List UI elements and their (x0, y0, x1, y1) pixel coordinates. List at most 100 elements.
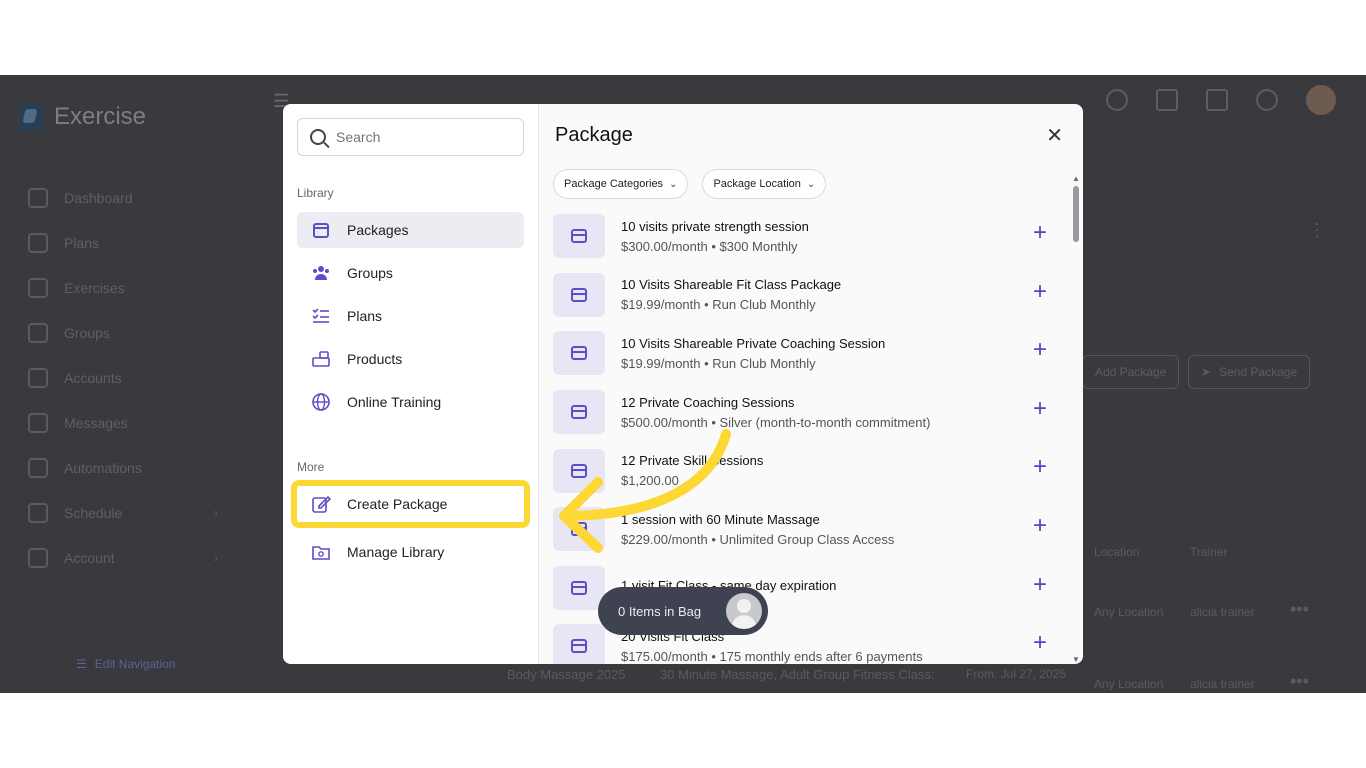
globe-icon (311, 392, 331, 412)
lightning-icon[interactable] (1156, 89, 1178, 111)
chevron-right-icon: › (214, 505, 218, 520)
bag-count-label: 0 Items in Bag (618, 603, 702, 619)
nav-item-messages[interactable]: Messages (28, 400, 228, 445)
grid-icon[interactable] (1206, 89, 1228, 111)
package-name: 10 Visits Shareable Fit Class Package (621, 277, 842, 293)
edit-navigation-label: Edit Navigation (94, 657, 176, 671)
list-scrollbar[interactable]: ▲ ▼ (1072, 174, 1080, 664)
sidebar-nav: Dashboard Plans Exercises Groups Account… (28, 175, 228, 580)
nav-item-automations[interactable]: Automations (28, 445, 228, 490)
create-package-button[interactable]: Create Package (291, 480, 530, 528)
checklist-icon (311, 306, 331, 326)
row-menu-icon[interactable]: ••• (1290, 671, 1309, 692)
column-header-location: Location (1094, 545, 1140, 559)
list-item[interactable]: 10 Visits Shareable Private Coaching Ses… (553, 324, 1053, 383)
user-gear-icon (28, 547, 48, 568)
app-logo: Exercise (18, 103, 146, 131)
package-price: $300.00/month • $300 Monthly (621, 238, 798, 254)
package-categories-filter[interactable]: Package Categories ⌄ (553, 169, 689, 199)
add-icon[interactable]: + (1033, 513, 1047, 538)
nav-item-dashboard[interactable]: Dashboard (28, 175, 228, 220)
library-item-plans[interactable]: Plans (297, 298, 524, 334)
package-icon (553, 448, 605, 493)
bag-button[interactable]: 0 Items in Bag (598, 587, 768, 635)
more-section-label: More (297, 460, 325, 474)
package-name: 10 Visits Shareable Private Coaching Ses… (621, 335, 886, 351)
nav-label: Schedule (64, 504, 123, 521)
nav-item-accounts[interactable]: Accounts (28, 355, 228, 400)
send-icon: ➤ (1201, 365, 1212, 379)
package-icon (553, 272, 605, 317)
nav-item-exercises[interactable]: Exercises (28, 265, 228, 310)
scrollbar-thumb[interactable] (1073, 186, 1079, 242)
package-icon (553, 624, 605, 664)
edit-navigation-link[interactable]: ☰ Edit Navigation (76, 657, 175, 671)
add-package-button[interactable]: Add Package (1082, 355, 1180, 389)
more-options-icon[interactable]: ⋮ (1308, 220, 1326, 241)
clipboard-icon (28, 232, 48, 253)
library-item-online-training[interactable]: Online Training (297, 384, 524, 420)
row-menu-icon[interactable]: ••• (1290, 599, 1309, 620)
nav-label: Automations (64, 459, 142, 476)
add-icon[interactable]: + (1033, 631, 1047, 655)
nav-item-schedule[interactable]: Schedule › (28, 490, 228, 535)
scroll-down-icon[interactable]: ▼ (1072, 655, 1080, 664)
nav-label: Account (64, 549, 115, 566)
package-icon (553, 331, 605, 376)
library-item-label: Products (347, 351, 403, 367)
nav-label: Dashboard (64, 189, 133, 206)
add-icon[interactable]: + (1033, 338, 1047, 362)
panel-title: Package (555, 124, 633, 146)
package-icon (553, 507, 605, 552)
library-item-label: Groups (347, 265, 393, 281)
list-item[interactable]: 10 Visits Shareable Fit Class Package $19… (553, 266, 1053, 325)
package-icon (311, 220, 331, 240)
nav-item-plans[interactable]: Plans (28, 220, 228, 265)
nav-label: Groups (64, 324, 110, 341)
add-icon[interactable]: + (1033, 396, 1047, 421)
create-package-label: Create Package (347, 496, 448, 512)
search-field[interactable] (297, 118, 524, 156)
library-item-products[interactable]: Products (297, 341, 524, 377)
package-location-filter[interactable]: Package Location ⌄ (702, 169, 827, 199)
clock-icon[interactable] (1106, 89, 1128, 111)
list-item[interactable]: 10 visits private strength session $300.0… (553, 207, 1053, 266)
scroll-up-icon[interactable]: ▲ (1072, 174, 1080, 183)
bell-icon[interactable] (1256, 89, 1278, 111)
add-icon[interactable]: + (1033, 279, 1047, 304)
manage-library-button[interactable]: Manage Library (297, 534, 524, 570)
list-item[interactable]: 12 Private Skill Sessions $1,200.00 + (553, 441, 1053, 500)
chevron-right-icon: › (214, 550, 218, 565)
list-item[interactable]: 12 Private Coaching Sessions $500.00/mont… (553, 383, 1053, 442)
user-avatar[interactable] (1306, 85, 1336, 115)
list-item[interactable]: 1 session with 60 Minute Massage $229.00/… (553, 500, 1053, 559)
chevron-down-icon: ⌄ (669, 178, 678, 190)
robot-icon (28, 457, 48, 478)
nav-item-groups[interactable]: Groups (28, 310, 228, 355)
nav-item-account[interactable]: Account › (28, 535, 228, 580)
close-icon[interactable]: ✕ (1046, 126, 1063, 146)
package-price: $19.99/month • Run Club Monthly (621, 297, 816, 313)
row-location: Any Location (1094, 605, 1164, 619)
library-item-packages[interactable]: Packages (297, 212, 524, 248)
package-icon (553, 565, 605, 610)
add-icon[interactable]: + (1033, 572, 1047, 597)
list-icon: ☰ (76, 657, 87, 671)
app-name: Exercise (54, 103, 147, 130)
manage-library-label: Manage Library (347, 544, 445, 560)
filter-label: Package Location (713, 178, 801, 190)
folder-settings-icon (311, 542, 331, 562)
search-input[interactable] (336, 129, 496, 145)
dumbbell-icon (28, 277, 48, 298)
library-section-label: Library (297, 186, 334, 200)
column-header-trainer: Trainer (1190, 545, 1228, 559)
add-icon[interactable]: + (1033, 221, 1047, 245)
home-icon (28, 187, 48, 208)
package-price: $1,200.00 (621, 473, 679, 489)
library-item-groups[interactable]: Groups (297, 255, 524, 291)
row-date: From: Jul 27, 2025 (966, 667, 1067, 681)
add-icon[interactable]: + (1033, 455, 1047, 479)
library-item-label: Plans (347, 308, 383, 324)
library-sidebar: Library Packages Groups Plans Products O… (283, 104, 539, 664)
send-package-button[interactable]: ➤ Send Package (1188, 355, 1311, 389)
